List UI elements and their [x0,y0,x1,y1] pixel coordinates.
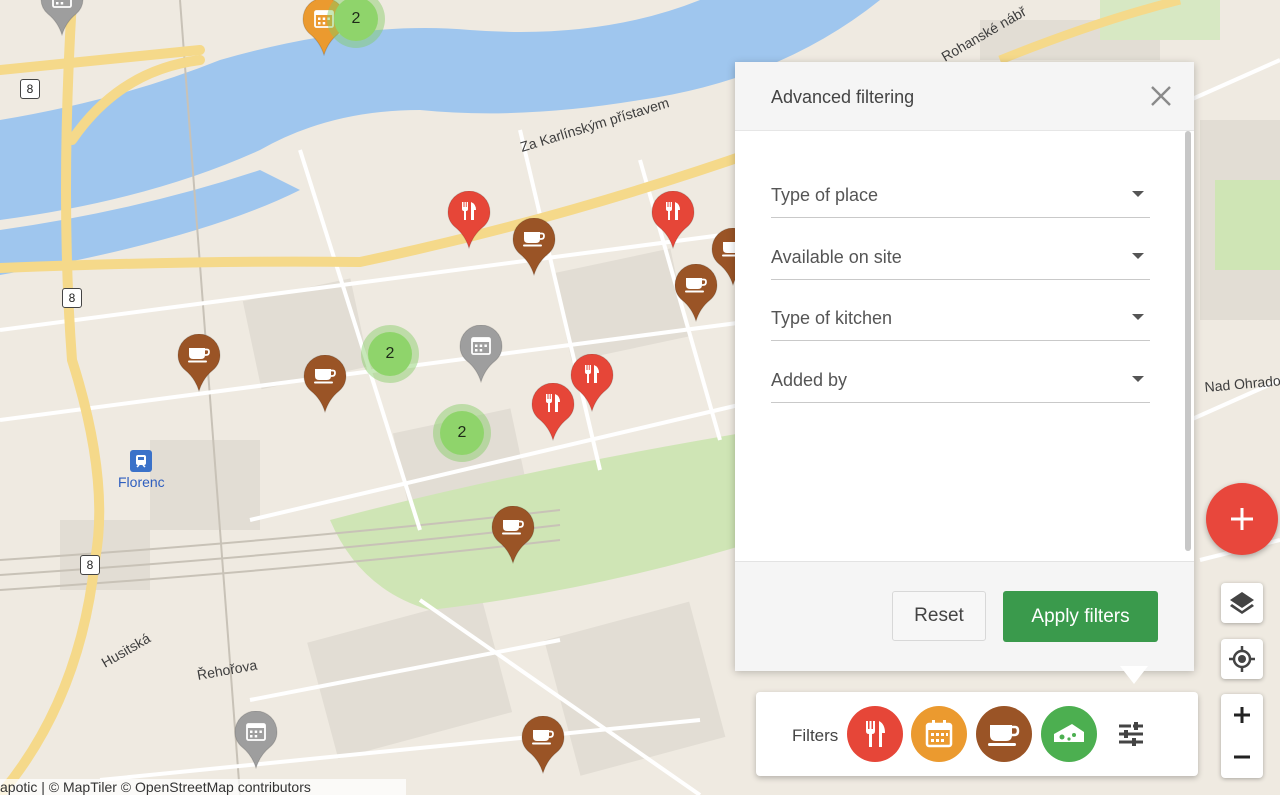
road-number-badge: 8 [80,555,100,575]
event-marker[interactable] [459,325,503,383]
panel-title: Advanced filtering [771,87,915,107]
my-location-button[interactable] [1221,639,1263,679]
type-of-kitchen-select[interactable]: Type of kitchen [771,300,1150,341]
add-place-button[interactable] [1206,483,1278,555]
added-by-select[interactable]: Added by [771,362,1150,403]
event-marker[interactable] [234,711,278,769]
cafe-marker[interactable] [512,218,556,276]
panel-pointer [1120,666,1148,684]
cheese-filter-button[interactable] [1041,706,1097,762]
my-location-icon [1229,646,1255,672]
station-label: Florenc [118,474,165,490]
type-of-place-select[interactable]: Type of place [771,177,1150,218]
cafe-filter-button[interactable] [976,706,1032,762]
restaurant-marker[interactable] [570,354,614,412]
zoom-control [1221,694,1263,778]
panel-scrollbar[interactable] [1185,131,1191,551]
layers-icon [1230,592,1254,614]
road-number-badge: 8 [62,288,82,308]
cluster-count: 2 [440,411,484,455]
cafe-marker[interactable] [521,716,565,774]
metro-station-marker[interactable]: Florenc [118,450,165,490]
plus-icon [1231,508,1253,530]
chevron-down-icon [1132,376,1144,382]
restaurant-marker[interactable] [447,191,491,249]
zoom-out-icon [1234,755,1250,759]
zoom-in-button[interactable] [1221,694,1263,736]
calendar-icon [925,720,953,748]
cafe-marker[interactable] [303,355,347,413]
filters-label: Filters [792,726,839,745]
chevron-down-icon [1132,191,1144,197]
filters-bar: Filters [756,692,1198,776]
apply-filters-button[interactable]: Apply filters [1003,591,1158,642]
chevron-down-icon [1132,314,1144,320]
metro-icon [130,450,153,472]
advanced-filtering-panel: Advanced filtering Type of place Availab… [735,62,1194,671]
cafe-marker[interactable] [177,334,221,392]
restaurant-marker[interactable] [531,383,575,441]
layers-button[interactable] [1221,583,1263,623]
panel-footer: Reset Apply filters [735,561,1194,671]
event-marker[interactable] [40,0,84,36]
select-placeholder: Added by [771,370,848,390]
map-attribution: apotic | © MapTiler © OpenStreetMap cont… [0,779,406,795]
panel-header: Advanced filtering [735,62,1194,131]
cheese-icon [1054,724,1084,742]
cafe-marker[interactable] [491,506,535,564]
panel-body: Type of place Available on site Type of … [735,131,1194,561]
marker-cluster[interactable]: 2 [433,404,491,462]
tune-icon[interactable] [1117,720,1145,748]
close-icon[interactable] [1148,83,1174,109]
select-placeholder: Type of kitchen [771,308,893,328]
marker-cluster[interactable]: 2 [361,325,419,383]
cluster-count: 2 [334,0,378,41]
select-placeholder: Available on site [771,247,902,267]
zoom-in-icon [1234,707,1250,723]
cluster-count: 2 [368,332,412,376]
fork-knife-icon [866,721,885,747]
road-number-badge: 8 [20,79,40,99]
event-filter-button[interactable] [911,706,967,762]
reset-button[interactable]: Reset [892,591,986,641]
available-on-site-select[interactable]: Available on site [771,239,1150,280]
zoom-out-button[interactable] [1221,736,1263,778]
chevron-down-icon [1132,253,1144,259]
select-placeholder: Type of place [771,185,879,205]
restaurant-marker[interactable] [651,191,695,249]
coffee-cup-icon [988,725,1020,746]
restaurant-filter-button[interactable] [847,706,903,762]
